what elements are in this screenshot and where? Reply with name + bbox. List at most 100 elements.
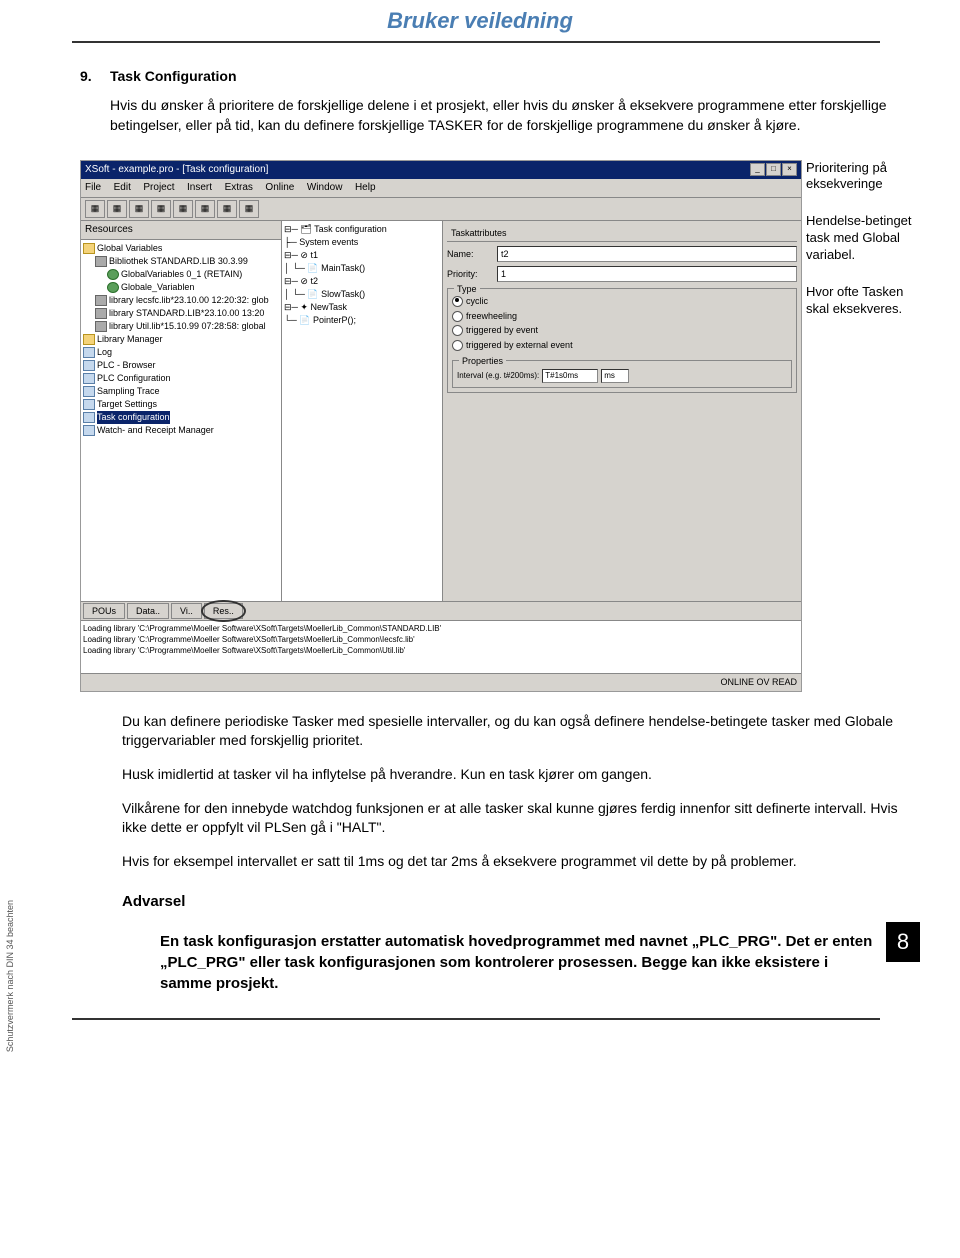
toolbar-button[interactable]: ▦: [129, 200, 149, 218]
tree-item[interactable]: Bibliothek STANDARD.LIB 30.3.99: [83, 255, 279, 268]
title-rule: [72, 41, 880, 43]
radio-label: triggered by event: [466, 324, 538, 337]
task-tree-item[interactable]: │ └─ 📄 SlowTask(): [284, 288, 440, 301]
log-line: Loading library 'C:\Programme\Moeller So…: [83, 634, 799, 645]
warning-body: En task konfigurasjon erstatter automati…: [160, 931, 880, 994]
interval-input[interactable]: T#1s0ms: [542, 369, 598, 383]
page-title: Bruker veiledning: [0, 6, 960, 37]
box-icon: [83, 347, 95, 358]
tab-pous[interactable]: POUs: [83, 603, 125, 620]
priority-input[interactable]: 1: [497, 266, 797, 282]
resource-tree[interactable]: Global VariablesBibliothek STANDARD.LIB …: [81, 240, 281, 439]
radio-icon[interactable]: [452, 325, 463, 336]
menu-project[interactable]: Project: [143, 182, 174, 193]
menu-online[interactable]: Online: [265, 182, 294, 193]
tree-item[interactable]: library Util.lib*15.10.99 07:28:58: glob…: [83, 320, 279, 333]
box-icon: [83, 412, 95, 423]
taskattributes-tab[interactable]: Taskattributes: [447, 225, 797, 243]
toolbar-button[interactable]: ▦: [151, 200, 171, 218]
ide-titlebar: XSoft - example.pro - [Task configuratio…: [81, 161, 801, 179]
radio-row[interactable]: freewheeling: [452, 310, 792, 323]
name-label: Name:: [447, 248, 497, 261]
task-tree-item[interactable]: ⊟─ ⊘ t1: [284, 249, 440, 262]
interval-unit[interactable]: ms: [601, 369, 629, 383]
radio-row[interactable]: triggered by event: [452, 324, 792, 337]
radio-icon[interactable]: [452, 311, 463, 322]
book-icon: [95, 256, 107, 267]
task-tree-item[interactable]: ⊟─ 🗂 Task configuration: [284, 223, 440, 236]
folder-icon: [83, 334, 95, 345]
folder-icon: [83, 243, 95, 254]
tree-item[interactable]: GlobalVariables 0_1 (RETAIN): [83, 268, 279, 281]
radio-row[interactable]: cyclic: [452, 295, 792, 308]
tab-data[interactable]: Data..: [127, 603, 169, 620]
book-icon: [95, 321, 107, 332]
callout-hvor-ofte: Hvor ofte Tasken skal eksekveres.: [806, 284, 920, 318]
ide-statusbar: ONLINE OV READ: [81, 673, 801, 691]
box-icon: [83, 425, 95, 436]
radio-icon[interactable]: [452, 296, 463, 307]
task-tree-item[interactable]: ├─ System events: [284, 236, 440, 249]
tree-item[interactable]: PLC Configuration: [83, 372, 279, 385]
globe-icon: [107, 282, 119, 293]
tree-item[interactable]: Task configuration: [83, 411, 279, 424]
menu-file[interactable]: File: [85, 182, 101, 193]
ide-menubar: File Edit Project Insert Extras Online W…: [81, 179, 801, 198]
globe-icon: [107, 269, 119, 280]
tree-item[interactable]: Library Manager: [83, 333, 279, 346]
window-title-text: XSoft - example.pro - [Task configuratio…: [85, 163, 268, 177]
book-icon: [95, 308, 107, 319]
priority-label: Priority:: [447, 268, 497, 281]
tree-item[interactable]: library lecsfc.lib*23.10.00 12:20:32: gl…: [83, 294, 279, 307]
tab-res[interactable]: Res..: [204, 603, 243, 620]
ide-right-panel: Taskattributes Name: t2 Priority: 1 Type…: [443, 221, 801, 601]
left-panel-header: Resources: [81, 221, 281, 240]
ide-window: XSoft - example.pro - [Task configuratio…: [80, 160, 802, 692]
toolbar-button[interactable]: ▦: [173, 200, 193, 218]
task-tree-item[interactable]: └─ 📄 PointerP();: [284, 314, 440, 327]
tree-item[interactable]: Watch- and Receipt Manager: [83, 424, 279, 437]
para-example: Hvis for eksempel intervallet er satt ti…: [122, 852, 920, 872]
tree-item[interactable]: Globale_Variablen: [83, 281, 279, 294]
menu-insert[interactable]: Insert: [187, 182, 212, 193]
task-tree[interactable]: ⊟─ 🗂 Task configuration ├─ System events…: [282, 221, 442, 329]
task-tree-item[interactable]: ⊟─ ⊘ t2: [284, 275, 440, 288]
tree-item[interactable]: Target Settings: [83, 398, 279, 411]
menu-help[interactable]: Help: [355, 182, 376, 193]
toolbar-button[interactable]: ▦: [107, 200, 127, 218]
name-input[interactable]: t2: [497, 246, 797, 262]
radio-row[interactable]: triggered by external event: [452, 339, 792, 352]
side-note: Schutzvermerk nach DIN 34 beachten: [4, 900, 17, 1052]
intro-paragraph: Hvis du ønsker å prioritere de forskjell…: [110, 96, 920, 135]
radio-label: cyclic: [466, 295, 488, 308]
tree-item[interactable]: Sampling Trace: [83, 385, 279, 398]
radio-label: freewheeling: [466, 310, 517, 323]
tree-item[interactable]: Global Variables: [83, 242, 279, 255]
ide-log-panel: Loading library 'C:\Programme\Moeller So…: [81, 620, 801, 673]
toolbar-button[interactable]: ▦: [85, 200, 105, 218]
toolbar-button[interactable]: ▦: [239, 200, 259, 218]
page-number-badge: 8: [886, 922, 920, 962]
tree-item[interactable]: library STANDARD.LIB*23.10.00 13:20: [83, 307, 279, 320]
menu-extras[interactable]: Extras: [225, 182, 253, 193]
footer-rule: [72, 1018, 880, 1020]
toolbar-button[interactable]: ▦: [195, 200, 215, 218]
tree-item[interactable]: Log: [83, 346, 279, 359]
task-tree-item[interactable]: ⊟─ ✦ NewTask: [284, 301, 440, 314]
para-periodic-tasks: Du kan definere periodiske Tasker med sp…: [122, 712, 920, 751]
box-icon: [83, 399, 95, 410]
menu-edit[interactable]: Edit: [114, 182, 131, 193]
tab-vi[interactable]: Vi..: [171, 603, 202, 620]
box-icon: [83, 386, 95, 397]
menu-window[interactable]: Window: [307, 182, 343, 193]
maximize-icon[interactable]: □: [766, 163, 781, 176]
minimize-icon[interactable]: _: [750, 163, 765, 176]
toolbar-button[interactable]: ▦: [217, 200, 237, 218]
radio-icon[interactable]: [452, 340, 463, 351]
type-group-title: Type: [454, 283, 480, 296]
ide-left-panel: Resources Global VariablesBibliothek STA…: [81, 221, 282, 601]
task-tree-item[interactable]: │ └─ 📄 MainTask(): [284, 262, 440, 275]
tree-item[interactable]: PLC - Browser: [83, 359, 279, 372]
book-icon: [95, 295, 107, 306]
close-icon[interactable]: ×: [782, 163, 797, 176]
